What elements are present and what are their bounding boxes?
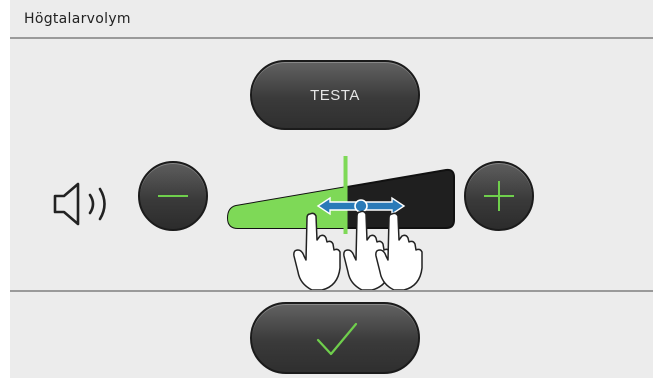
test-button[interactable]: TESTA xyxy=(250,60,420,130)
minus-icon xyxy=(158,195,188,197)
speaker-icon xyxy=(53,182,106,226)
swipe-gesture-hint-icon xyxy=(293,196,423,291)
hand-icon-right xyxy=(375,212,423,291)
volume-decrease-button[interactable] xyxy=(138,161,208,231)
volume-increase-button[interactable] xyxy=(464,161,534,231)
speaker-volume-panel: Högtalarvolym TESTA xyxy=(10,0,653,378)
checkmark-icon xyxy=(316,322,358,356)
hand-icon-left xyxy=(293,212,341,291)
page-title: Högtalarvolym xyxy=(24,11,131,27)
bottom-divider xyxy=(10,290,653,292)
confirm-button[interactable] xyxy=(250,302,420,374)
plus-icon xyxy=(484,181,514,211)
top-divider xyxy=(10,37,653,39)
test-button-label: TESTA xyxy=(310,86,360,104)
